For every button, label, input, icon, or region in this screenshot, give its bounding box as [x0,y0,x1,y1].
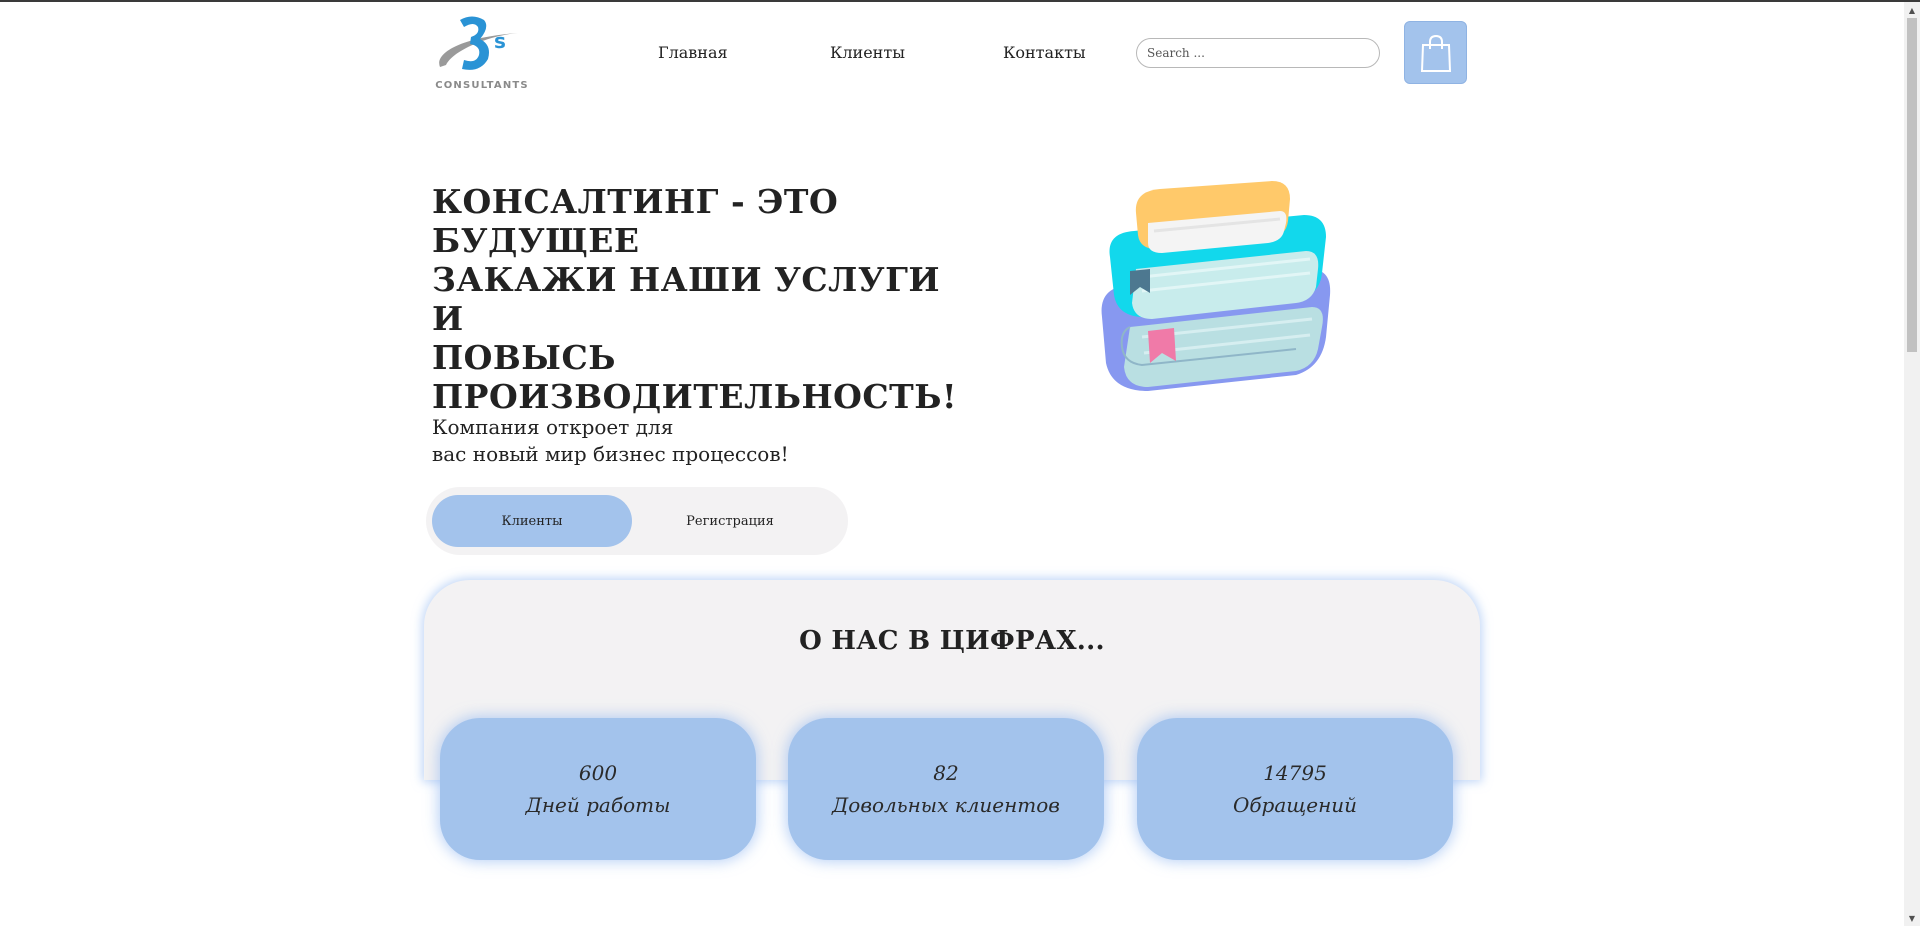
hero-toggle: Клиенты Регистрация [426,487,848,555]
page: s CONSULTANTS Главная Клиенты Контакты К… [0,2,1904,926]
stat-value: 82 [933,761,959,785]
nav-link-clients[interactable]: Клиенты [830,43,905,62]
cart-button[interactable] [1404,21,1467,84]
hero-title: КОНСАЛТИНГ - ЭТО БУДУЩЕЕ ЗАКАЖИ НАШИ УСЛ… [432,182,956,416]
clients-button[interactable]: Клиенты [432,495,632,547]
hero-subtitle-line: вас новый мир бизнес процессов! [432,442,789,466]
logo-mark-icon: s [439,16,518,70]
stat-value: 600 [578,761,618,785]
vertical-scrollbar[interactable]: ▲ ▼ [1904,2,1920,926]
stat-card-clients: 82 Довольных клиентов [788,718,1104,860]
hero-title-line: БУДУЩЕЕ [432,221,640,260]
scrollbar-thumb[interactable] [1907,18,1917,352]
registration-button[interactable]: Регистрация [630,495,830,547]
shopping-bag-icon [1420,34,1451,72]
stats-title: О НАС В ЦИФРАХ... [799,626,1105,656]
books-stack-icon [1090,177,1340,397]
logo-text: CONSULTANTS [435,80,529,91]
nav-link-contacts[interactable]: Контакты [1003,43,1086,62]
svg-text:s: s [494,29,506,53]
hero-title-line: ЗАКАЖИ НАШИ УСЛУГИ И [432,260,941,338]
company-logo[interactable]: s CONSULTANTS [432,15,532,93]
search-input[interactable] [1136,38,1380,68]
stat-card-requests: 14795 Обращений [1137,718,1453,860]
hero-title-line: ПОВЫСЬ [432,338,616,377]
hero-title-line: ПРОИЗВОДИТЕЛЬНОСТЬ! [432,377,957,416]
hero-subtitle-line: Компания откроет для [432,415,674,439]
stat-label: Довольных клиентов [832,793,1060,817]
stat-label: Дней работы [525,793,671,817]
nav-link-home[interactable]: Главная [658,43,728,62]
scroll-up-arrow-icon[interactable]: ▲ [1904,2,1920,18]
stat-card-days: 600 Дней работы [440,718,756,860]
hero-title-line: КОНСАЛТИНГ - ЭТО [432,182,839,221]
scroll-down-arrow-icon[interactable]: ▼ [1904,910,1920,926]
stat-label: Обращений [1232,793,1358,817]
hero-subtitle: Компания откроет для вас новый мир бизне… [432,414,832,468]
stat-value: 14795 [1263,761,1327,785]
